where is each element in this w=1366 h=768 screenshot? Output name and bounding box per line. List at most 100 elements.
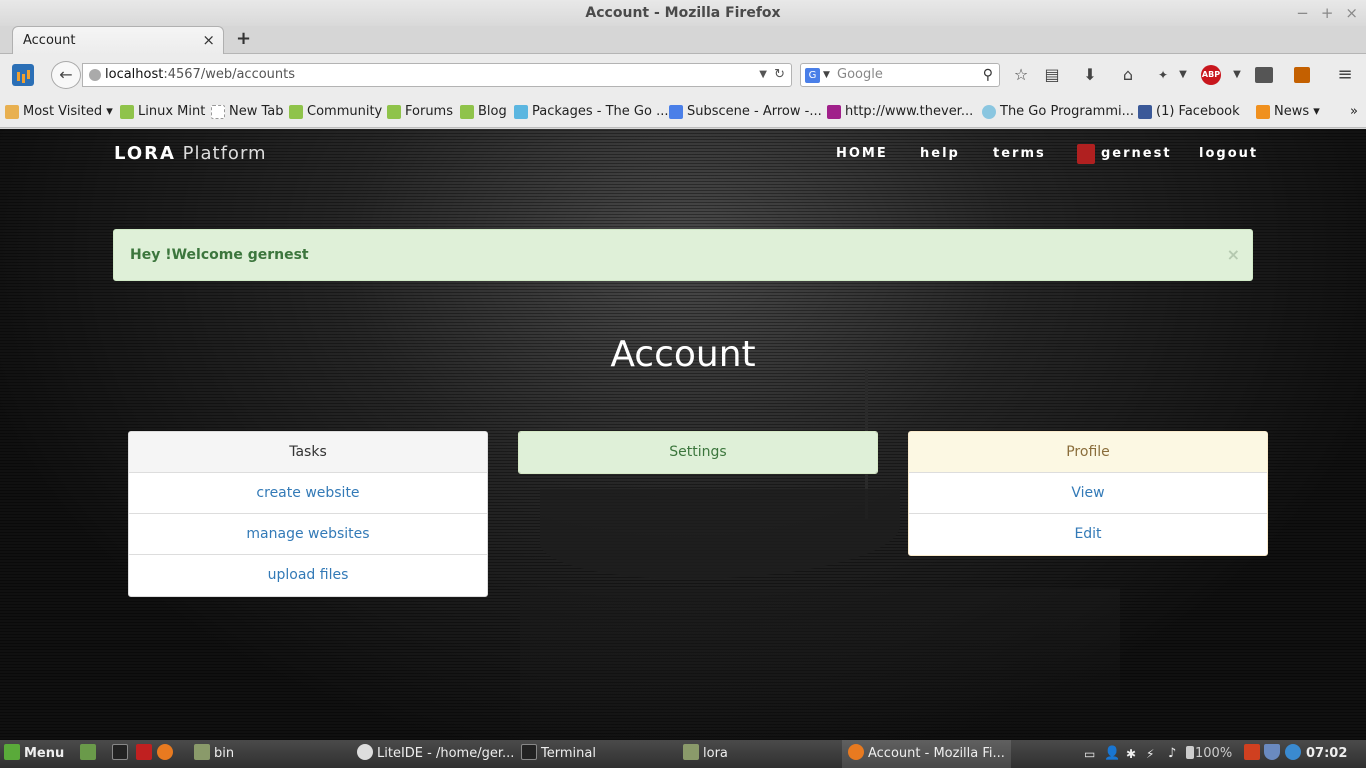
tray-battery[interactable]: 100% (1186, 740, 1232, 768)
background-reflection (520, 589, 1120, 739)
nav-logout-link[interactable]: logout (1199, 146, 1258, 161)
bookmark-community[interactable]: Community (289, 104, 382, 120)
home-icon[interactable]: ⌂ (1117, 65, 1139, 85)
clock[interactable]: 07:02 (1306, 740, 1347, 768)
tray-sound-icon[interactable]: ♪ (1168, 740, 1176, 768)
bookmark-blog[interactable]: Blog (460, 104, 507, 120)
nav-help-link[interactable]: help (920, 146, 960, 161)
show-desktop-icon[interactable] (80, 740, 100, 768)
tray-update-icon[interactable] (1285, 740, 1305, 768)
back-button[interactable]: ← (51, 61, 81, 89)
reload-icon[interactable]: ↻ (774, 64, 785, 86)
new-tab-icon[interactable]: + (236, 28, 251, 49)
tasks-panel-header: Tasks (129, 432, 487, 473)
extension-icon[interactable] (1294, 67, 1310, 83)
search-input[interactable]: G ▼ Google ⚲ (800, 63, 1000, 87)
google-icon (669, 105, 683, 119)
taskbar-label: Terminal (541, 746, 596, 761)
site-brand[interactable]: LORA Platform (114, 143, 267, 164)
shield-icon (1264, 744, 1280, 760)
create-website-link[interactable]: create website (129, 473, 487, 514)
tray-user-icon[interactable]: 👤 (1104, 740, 1120, 768)
google-icon[interactable]: G (805, 68, 820, 83)
hamburger-menu-icon[interactable]: ≡ (1334, 65, 1356, 85)
bookmark-label: The Go Programmi... (1000, 104, 1134, 119)
window-titlebar: Account - Mozilla Firefox − + × (0, 0, 1366, 26)
tray-network-icon[interactable]: ⚡ (1146, 740, 1154, 768)
addon-icon[interactable]: ✦ (1152, 65, 1174, 85)
bookmark-go-programming[interactable]: The Go Programmi... (982, 104, 1134, 120)
bookmark-forums[interactable]: Forums (387, 104, 453, 120)
bookmark-label: http://www.thever... (845, 104, 974, 119)
close-icon[interactable]: × (1227, 230, 1240, 280)
taskbar-label: lora (703, 746, 728, 761)
bookmark-star-icon[interactable]: ☆ (1010, 65, 1032, 85)
taskbar-item-liteide[interactable]: LiteIDE - /home/ger... (357, 740, 514, 768)
update-icon (1285, 744, 1301, 760)
maximize-icon[interactable]: + (1321, 0, 1334, 26)
tray-workspace-icon[interactable]: ▭ (1084, 740, 1095, 768)
bookmarks-list-icon[interactable]: ▤ (1041, 65, 1063, 85)
bookmark-label: (1) Facebook (1156, 104, 1240, 119)
taskbar-item-lora[interactable]: lora (683, 740, 728, 768)
globe-icon (89, 69, 101, 81)
taskbar-item-terminal[interactable]: Terminal (521, 740, 596, 768)
liteide-icon (357, 744, 373, 760)
bookmark-theverge[interactable]: http://www.thever... (827, 104, 973, 120)
folder-icon (5, 105, 19, 119)
app-icon (1244, 744, 1260, 760)
nav-home-link[interactable]: HOME (836, 146, 888, 161)
download-icon[interactable]: ⬇ (1079, 65, 1101, 85)
upload-files-link[interactable]: upload files (129, 555, 487, 596)
rss-icon (1256, 105, 1270, 119)
bookmark-packages-go[interactable]: Packages - The Go ... (514, 104, 668, 120)
nav-terms-link[interactable]: terms (993, 146, 1046, 161)
search-engine-dropdown-icon[interactable]: ▼ (823, 64, 830, 86)
page-title: Account (610, 334, 756, 375)
page-content: LORA Platform HOME help terms gernest lo… (0, 129, 1366, 740)
close-tab-icon[interactable]: × (202, 27, 215, 54)
zzz-icon[interactable] (1255, 67, 1273, 83)
tray-bluetooth-icon[interactable]: ✱ (1126, 740, 1136, 768)
nav-user-link[interactable]: gernest (1101, 146, 1172, 161)
bookmark-new-tab[interactable]: New Tab (211, 104, 284, 120)
brand-light: Platform (182, 143, 267, 164)
profile-view-link[interactable]: View (909, 473, 1267, 514)
taskbar-item-bin[interactable]: bin (194, 740, 234, 768)
start-menu-button[interactable]: Menu (4, 740, 64, 768)
adblock-dropdown-icon[interactable]: ▼ (1226, 65, 1248, 85)
manage-websites-link[interactable]: manage websites (129, 514, 487, 555)
window-controls: − + × (1296, 0, 1358, 26)
bookmark-label: Blog (478, 104, 507, 119)
bookmark-news[interactable]: News ▾ (1256, 104, 1320, 120)
url-bar[interactable]: localhost:4567/web/accounts ▼ ↻ (82, 63, 792, 87)
app-menu-icon[interactable] (12, 64, 34, 86)
settings-panel-header[interactable]: Settings (519, 432, 877, 473)
profile-panel-header: Profile (909, 432, 1267, 473)
addon-dropdown-icon[interactable]: ▼ (1172, 65, 1194, 85)
firefox-launcher-icon[interactable] (157, 740, 177, 768)
adblock-icon[interactable]: ABP (1201, 65, 1221, 85)
tab-strip: Account × + (0, 26, 1366, 55)
search-icon[interactable]: ⚲ (983, 64, 993, 86)
taskbar-item-firefox[interactable]: Account - Mozilla Fi... (842, 740, 1011, 768)
bookmark-facebook[interactable]: (1) Facebook (1138, 104, 1240, 120)
profile-edit-link[interactable]: Edit (909, 514, 1267, 555)
terminal-launcher-icon[interactable] (112, 740, 132, 768)
bookmark-linux-mint[interactable]: Linux Mint (120, 104, 205, 120)
bookmarks-overflow-icon[interactable]: » (1340, 104, 1358, 120)
bookmark-most-visited[interactable]: Most Visited ▾ (5, 104, 113, 120)
settings-panel: Settings (518, 431, 878, 474)
tray-shield-icon[interactable] (1264, 740, 1284, 768)
close-window-icon[interactable]: × (1345, 0, 1358, 26)
user-icon (1077, 144, 1095, 164)
bookmarks-toolbar: Most Visited ▾ Linux Mint New Tab Commun… (0, 96, 1366, 128)
tray-app-icon[interactable] (1244, 740, 1264, 768)
nav-toolbar: localhost:4567/web/accounts ▼ ↻ ← G ▼ Go… (0, 54, 1366, 96)
minimize-icon[interactable]: − (1296, 0, 1309, 26)
url-history-dropdown-icon[interactable]: ▼ (759, 64, 767, 86)
bookmark-subscene[interactable]: Subscene - Arrow -... (669, 104, 822, 120)
app-launcher-icon[interactable] (136, 740, 156, 768)
system-taskbar: Menu bin LiteIDE - /home/ger... Terminal… (0, 740, 1366, 768)
tab-account[interactable]: Account × (12, 26, 224, 55)
